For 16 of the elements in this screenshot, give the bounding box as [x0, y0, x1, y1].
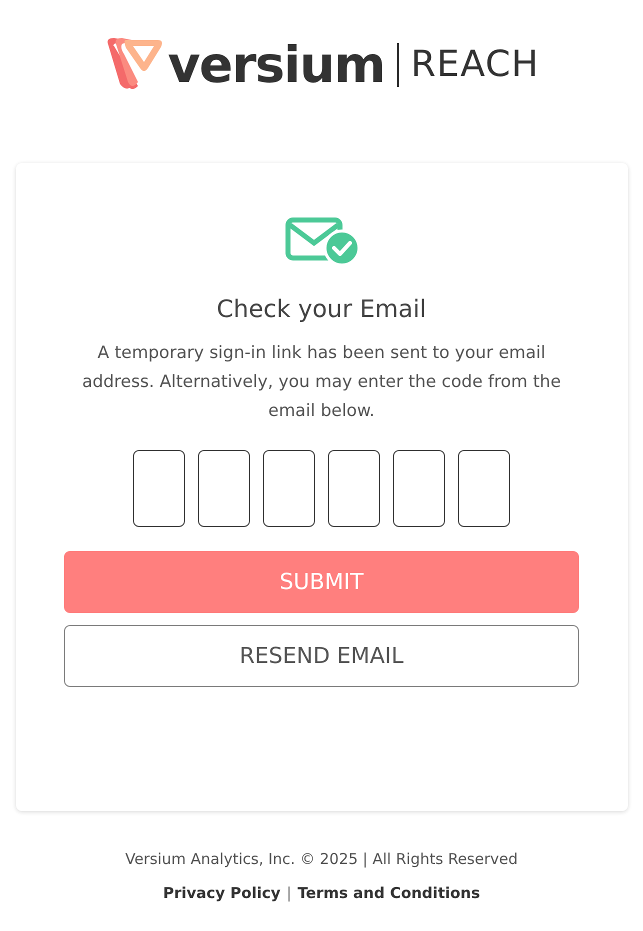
code-digit-field[interactable] [198, 450, 250, 527]
brand-name: versium [168, 40, 385, 90]
resend-button[interactable]: RESEND EMAIL [64, 625, 579, 687]
code-digit-field[interactable] [133, 450, 185, 527]
link-separator: | [286, 882, 292, 904]
copyright-text: Versium Analytics, Inc. © 2025 | All Rights Reserved [125, 849, 518, 870]
code-digit-field[interactable] [458, 450, 510, 527]
code-digit-field[interactable] [328, 450, 380, 527]
footer-link[interactable]: Privacy Policy [162, 882, 281, 904]
code-digit-field[interactable] [393, 450, 445, 527]
code-digit-field[interactable] [263, 450, 315, 527]
instructions-text: A temporary sign-in link has been sent to your email address. Alternatively, you may enter the code from the email below. [81, 342, 562, 423]
product-name: REACH [410, 47, 540, 83]
email-check-icon [284, 217, 358, 265]
footer-link[interactable]: Terms and Conditions [298, 882, 480, 904]
card-title: Check your Email [216, 294, 426, 325]
